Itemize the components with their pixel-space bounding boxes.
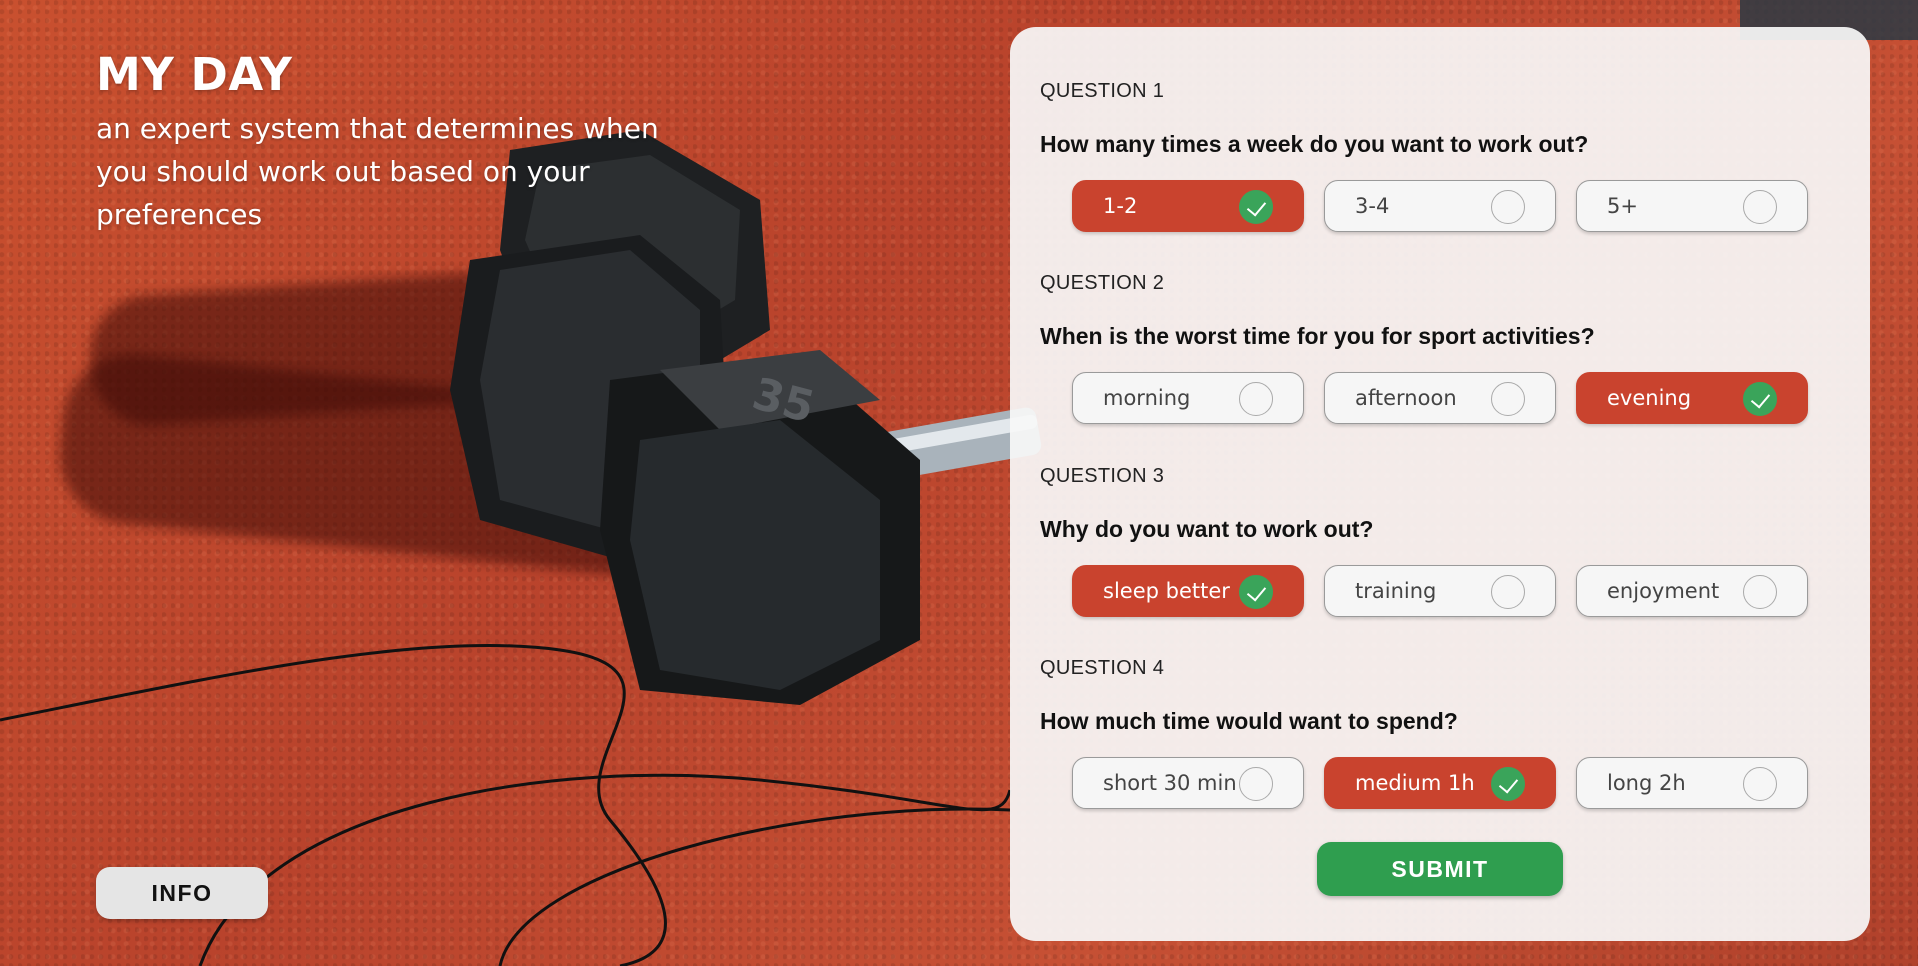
app-title: MY DAY	[96, 48, 293, 101]
radio-circle-icon	[1743, 575, 1777, 609]
question-number: QUESTION 2	[1040, 272, 1165, 294]
check-icon	[1491, 767, 1525, 801]
options-group: short 30 min medium 1h long 2h	[1072, 757, 1832, 809]
option-long-2h[interactable]: long 2h	[1576, 757, 1808, 809]
question-1: QUESTION 1 How many times a week do you …	[1040, 80, 1840, 232]
option-training[interactable]: training	[1324, 565, 1556, 617]
question-number: QUESTION 3	[1040, 465, 1165, 487]
option-label: medium 1h	[1355, 771, 1475, 795]
option-label: 5+	[1607, 194, 1638, 218]
question-text: When is the worst time for you for sport…	[1040, 323, 1595, 349]
option-label: 1-2	[1103, 194, 1138, 218]
option-label: afternoon	[1355, 386, 1457, 410]
radio-circle-icon	[1239, 382, 1273, 416]
check-icon	[1239, 190, 1273, 224]
info-button[interactable]: INFO	[96, 867, 268, 919]
question-number: QUESTION 1	[1040, 80, 1165, 102]
question-text: How many times a week do you want to wor…	[1040, 131, 1589, 157]
radio-circle-icon	[1491, 190, 1525, 224]
radio-circle-icon	[1743, 767, 1777, 801]
option-enjoyment[interactable]: enjoyment	[1576, 565, 1808, 617]
question-4: QUESTION 4 How much time would want to s…	[1040, 657, 1840, 809]
check-icon	[1239, 575, 1273, 609]
option-afternoon[interactable]: afternoon	[1324, 372, 1556, 424]
option-label: morning	[1103, 386, 1191, 410]
check-icon	[1743, 382, 1777, 416]
option-evening[interactable]: evening	[1576, 372, 1808, 424]
submit-button[interactable]: SUBMIT	[1317, 842, 1563, 896]
radio-circle-icon	[1491, 575, 1525, 609]
option-label: training	[1355, 579, 1437, 603]
options-group: morning afternoon evening	[1072, 372, 1832, 424]
option-label: sleep better	[1103, 579, 1230, 603]
radio-circle-icon	[1491, 382, 1525, 416]
option-label: evening	[1607, 386, 1692, 410]
question-text: Why do you want to work out?	[1040, 516, 1374, 542]
hero: MY DAY an expert system that determines …	[96, 48, 696, 236]
option-5-plus[interactable]: 5+	[1576, 180, 1808, 232]
option-1-2[interactable]: 1-2	[1072, 180, 1304, 232]
options-group: 1-2 3-4 5+	[1072, 180, 1832, 232]
options-group: sleep better training enjoyment	[1072, 565, 1832, 617]
option-sleep-better[interactable]: sleep better	[1072, 565, 1304, 617]
question-3: QUESTION 3 Why do you want to work out? …	[1040, 465, 1840, 617]
radio-circle-icon	[1743, 190, 1777, 224]
option-morning[interactable]: morning	[1072, 372, 1304, 424]
option-3-4[interactable]: 3-4	[1324, 180, 1556, 232]
option-medium-1h[interactable]: medium 1h	[1324, 757, 1556, 809]
questionnaire-panel: QUESTION 1 How many times a week do you …	[1010, 27, 1870, 941]
radio-circle-icon	[1239, 767, 1273, 801]
option-label: enjoyment	[1607, 579, 1720, 603]
option-short-30-min[interactable]: short 30 min	[1072, 757, 1304, 809]
option-label: 3-4	[1355, 194, 1390, 218]
option-label: long 2h	[1607, 771, 1686, 795]
question-text: How much time would want to spend?	[1040, 708, 1458, 734]
app-subtitle: an expert system that determines when yo…	[96, 112, 659, 231]
question-2: QUESTION 2 When is the worst time for yo…	[1040, 272, 1840, 424]
question-number: QUESTION 4	[1040, 657, 1165, 679]
option-label: short 30 min	[1103, 771, 1237, 795]
